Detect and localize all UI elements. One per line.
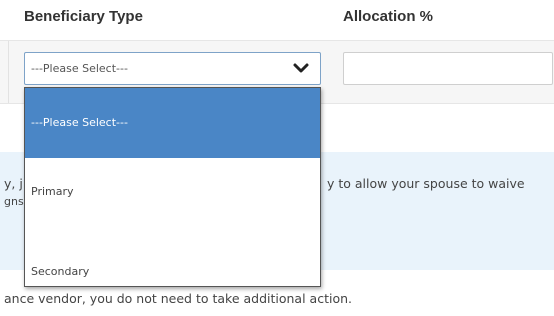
info-text: y to allow your spouse to waive — [327, 176, 525, 191]
allocation-input[interactable] — [343, 52, 553, 85]
beneficiary-type-options: ---Please Select--- Primary Secondary — [24, 87, 321, 287]
beneficiary-type-select[interactable]: ---Please Select--- — [24, 52, 321, 85]
option-secondary[interactable]: Secondary — [25, 228, 320, 286]
beneficiary-type-header: Beneficiary Type — [24, 8, 143, 25]
chevron-down-icon[interactable] — [292, 60, 310, 76]
row-divider — [8, 41, 9, 103]
info-text: y, j — [4, 176, 23, 191]
option-primary[interactable]: Primary — [25, 158, 320, 228]
info-text: gns — [4, 195, 24, 208]
allocation-header: Allocation % — [343, 8, 434, 25]
info-text: ance vendor, you do not need to take add… — [4, 291, 352, 306]
option-please-select[interactable]: ---Please Select--- — [25, 88, 320, 158]
selected-value: ---Please Select--- — [31, 62, 128, 75]
